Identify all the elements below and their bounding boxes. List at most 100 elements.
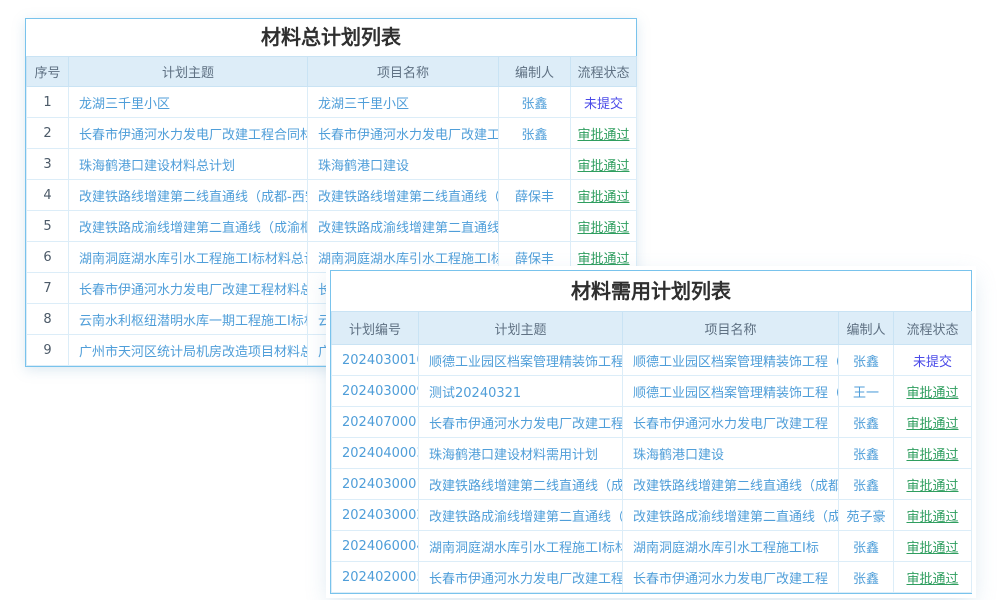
cell-compiler-link[interactable]: 薛保丰 xyxy=(515,252,554,267)
cell-subject: 测试20240321 xyxy=(419,376,623,407)
cell-subject-link[interactable]: 珠海鹤港口建设材料总计划 xyxy=(79,159,235,174)
cell-project-link[interactable]: 改建铁路成渝线增建第二直通线（成... xyxy=(633,510,839,525)
cell-compiler-link[interactable]: 张鑫 xyxy=(853,448,879,463)
cell-number-link[interactable]: 2024040003 xyxy=(342,446,419,461)
cell-subject-link[interactable]: 测试20240321 xyxy=(429,386,521,401)
table-title: 材料需用计划列表 xyxy=(331,271,971,311)
cell-subject-link[interactable]: 湖南洞庭湖水库引水工程施工I标材料总计划 xyxy=(79,252,308,267)
cell-project-link[interactable]: 长春市伊通河水力发电厂改建工程 xyxy=(633,572,828,587)
cell-subject-link[interactable]: 长春市伊通河水力发电厂改建工程材料总计划 xyxy=(79,283,308,298)
cell-project-link[interactable]: 顺德工业园区档案管理精装饰工程（... xyxy=(633,386,839,401)
status-approved-link[interactable]: 审批通过 xyxy=(577,159,629,174)
status-approved-link[interactable]: 审批通过 xyxy=(906,510,958,525)
cell-seq: 1 xyxy=(27,87,69,118)
cell-compiler: 薛保丰 xyxy=(499,242,571,273)
status-approved-link[interactable]: 审批通过 xyxy=(577,221,629,236)
table-row: 2024060004 湖南洞庭湖水库引水工程施工I标材... 湖南洞庭湖水库引水工程… xyxy=(332,531,972,562)
cell-project-link[interactable]: 珠海鹤港口建设 xyxy=(318,159,409,174)
cell-project-link[interactable]: 龙湖三千里小区 xyxy=(318,97,409,112)
cell-project-link[interactable]: 改建铁路线增建第二线直通线（成都... xyxy=(633,479,839,494)
cell-project-link[interactable]: 顺德工业园区档案管理精装饰工程（... xyxy=(633,355,839,370)
cell-compiler: 薛保丰 xyxy=(499,180,571,211)
table-row: 3珠海鹤港口建设材料总计划珠海鹤港口建设审批通过 xyxy=(27,149,637,180)
cell-subject-link[interactable]: 广州市天河区统计局机房改造项目材料总计划 xyxy=(79,345,308,360)
cell-number-link[interactable]: 2024030010 xyxy=(342,353,419,368)
cell-project: 长春市伊通河水力发电厂改建工程 xyxy=(623,407,839,438)
cell-subject-link[interactable]: 长春市伊通河水力发电厂改建工程材... xyxy=(429,572,623,587)
cell-subject-link[interactable]: 顺德工业园区档案管理精装饰工程（... xyxy=(429,355,623,370)
cell-status: 审批通过 xyxy=(894,531,972,562)
cell-project: 改建铁路成渝线增建第二直通线（成... xyxy=(623,500,839,531)
cell-subject-link[interactable]: 云南水利枢纽潜明水库一期工程施工I标材料... xyxy=(79,314,308,329)
cell-compiler: 张鑫 xyxy=(499,87,571,118)
cell-compiler-link[interactable]: 张鑫 xyxy=(853,572,879,587)
cell-subject-link[interactable]: 改建铁路线增建第二线直通线（成都... xyxy=(429,479,623,494)
cell-compiler-link[interactable]: 张鑫 xyxy=(853,541,879,556)
cell-project-link[interactable]: 长春市伊通河水力发电厂改建工程 xyxy=(318,128,499,143)
status-approved-link[interactable]: 审批通过 xyxy=(906,448,958,463)
status-approved-link[interactable]: 审批通过 xyxy=(577,252,629,267)
cell-subject: 湖南洞庭湖水库引水工程施工I标材料总计划 xyxy=(69,242,308,273)
cell-status: 审批通过 xyxy=(894,469,972,500)
cell-compiler-link[interactable]: 张鑫 xyxy=(853,355,879,370)
cell-number: 2024070001 xyxy=(332,407,419,438)
cell-compiler-link[interactable]: 张鑫 xyxy=(521,128,547,143)
cell-compiler-link[interactable]: 苑子豪 xyxy=(846,510,885,525)
cell-status: 审批通过 xyxy=(894,438,972,469)
cell-subject-link[interactable]: 湖南洞庭湖水库引水工程施工I标材... xyxy=(429,541,623,556)
cell-subject: 湖南洞庭湖水库引水工程施工I标材... xyxy=(419,531,623,562)
cell-seq: 9 xyxy=(27,335,69,366)
cell-number-link[interactable]: 2024030009 xyxy=(342,384,419,399)
col-header-number: 计划编号 xyxy=(332,312,419,345)
cell-project: 改建铁路线增建第二线直通线（... xyxy=(308,180,499,211)
col-header-project: 项目名称 xyxy=(308,57,499,87)
cell-subject-link[interactable]: 珠海鹤港口建设材料需用计划 xyxy=(429,448,598,463)
cell-compiler-link[interactable]: 张鑫 xyxy=(853,417,879,432)
status-approved-link[interactable]: 审批通过 xyxy=(906,479,958,494)
status-approved-link[interactable]: 审批通过 xyxy=(906,417,958,432)
cell-status: 审批通过 xyxy=(571,211,637,242)
cell-subject-link[interactable]: 改建铁路线增建第二线直通线（成都-西安）... xyxy=(79,190,308,205)
cell-compiler-link[interactable]: 王一 xyxy=(853,386,879,401)
cell-project-link[interactable]: 湖南洞庭湖水库引水工程施工I标 xyxy=(318,252,499,267)
status-approved-link[interactable]: 审批通过 xyxy=(906,541,958,556)
cell-project-link[interactable]: 改建铁路线增建第二线直通线（... xyxy=(318,190,499,205)
cell-project: 珠海鹤港口建设 xyxy=(308,149,499,180)
cell-subject: 广州市天河区统计局机房改造项目材料总计划 xyxy=(69,335,308,366)
cell-subject-link[interactable]: 改建铁路成渝线增建第二直通线（成渝枢纽... xyxy=(79,221,308,236)
cell-subject-link[interactable]: 长春市伊通河水力发电厂改建工程合同材料... xyxy=(79,128,308,143)
cell-subject-link[interactable]: 改建铁路成渝线增建第二直通线（成... xyxy=(429,510,623,525)
cell-number-link[interactable]: 2024060004 xyxy=(342,539,419,554)
cell-project-link[interactable]: 湖南洞庭湖水库引水工程施工I标 xyxy=(633,541,819,556)
cell-number-link[interactable]: 2024020005 xyxy=(342,570,419,585)
status-approved-link[interactable]: 审批通过 xyxy=(577,128,629,143)
status-approved-link[interactable]: 审批通过 xyxy=(906,572,958,587)
cell-project-link[interactable]: 改建铁路成渝线增建第二直通线... xyxy=(318,221,499,236)
cell-number-link[interactable]: 2024030002 xyxy=(342,508,419,523)
cell-subject: 长春市伊通河水力发电厂改建工程材料总计划 xyxy=(69,273,308,304)
material-demand-plan-table: 计划编号计划主题项目名称编制人流程状态 2024030010 顺德工业园区档案管理… xyxy=(331,311,972,593)
header-row: 计划编号计划主题项目名称编制人流程状态 xyxy=(332,312,972,345)
cell-compiler: 张鑫 xyxy=(839,562,894,593)
cell-compiler-link[interactable]: 薛保丰 xyxy=(515,190,554,205)
status-approved-link[interactable]: 审批通过 xyxy=(906,386,958,401)
col-header-status: 流程状态 xyxy=(571,57,637,87)
cell-compiler-link[interactable]: 张鑫 xyxy=(853,479,879,494)
status-unsubmitted-link: 未提交 xyxy=(584,97,623,112)
table-row: 2长春市伊通河水力发电厂改建工程合同材料...长春市伊通河水力发电厂改建工程张鑫… xyxy=(27,118,637,149)
cell-project-link[interactable]: 珠海鹤港口建设 xyxy=(633,448,724,463)
cell-compiler-link[interactable]: 张鑫 xyxy=(521,97,547,112)
page: 材料总计划列表 序号计划主题项目名称编制人流程状态 1龙湖三千里小区龙湖三千里小… xyxy=(0,0,1000,600)
cell-subject: 长春市伊通河水力发电厂改建工程材... xyxy=(419,562,623,593)
cell-subject: 珠海鹤港口建设材料需用计划 xyxy=(419,438,623,469)
col-header-status: 流程状态 xyxy=(894,312,972,345)
cell-number-link[interactable]: 2024030001 xyxy=(342,477,419,492)
cell-project-link[interactable]: 长春市伊通河水力发电厂改建工程 xyxy=(633,417,828,432)
cell-number-link[interactable]: 2024070001 xyxy=(342,415,419,430)
cell-subject-link[interactable]: 龙湖三千里小区 xyxy=(79,97,170,112)
cell-subject-link[interactable]: 长春市伊通河水力发电厂改建工程合... xyxy=(429,417,623,432)
cell-project: 长春市伊通河水力发电厂改建工程 xyxy=(308,118,499,149)
cell-seq: 7 xyxy=(27,273,69,304)
cell-number: 2024030001 xyxy=(332,469,419,500)
status-approved-link[interactable]: 审批通过 xyxy=(577,190,629,205)
